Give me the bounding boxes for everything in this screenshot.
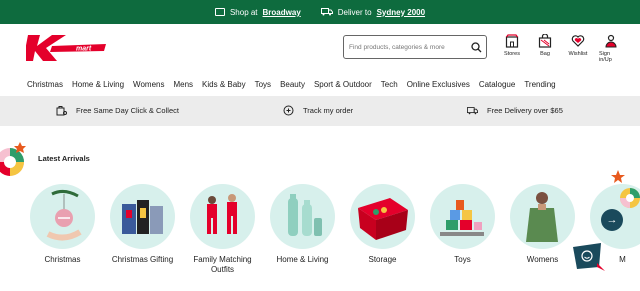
- search-box[interactable]: [343, 35, 487, 59]
- delivery-location-link[interactable]: Sydney 2000: [377, 8, 425, 17]
- kids-pyjamas-image: [207, 194, 237, 234]
- nav-item-christmas[interactable]: Christmas: [27, 80, 63, 89]
- category-toys[interactable]: Toys: [430, 184, 495, 275]
- category-carousel: Christmas Christmas Gifting Family Match…: [30, 184, 640, 275]
- carousel-next-button[interactable]: →: [601, 209, 623, 231]
- christmas-wreath-icon: [0, 142, 26, 176]
- svg-text:mart: mart: [76, 46, 92, 53]
- heart-icon: [571, 35, 585, 47]
- search-icon[interactable]: [471, 41, 482, 53]
- bauble-image: [46, 189, 82, 241]
- track-order-link[interactable]: Track my order: [283, 105, 353, 116]
- sign-in-label: Sign in/Up: [599, 51, 612, 63]
- click-collect-link[interactable]: Free Same Day Click & Collect: [56, 105, 179, 116]
- category-label: Home & Living: [276, 255, 329, 264]
- christmas-decoration-icon: [611, 170, 640, 208]
- category-image: [510, 184, 575, 249]
- category-image: [190, 184, 255, 249]
- click-collect-label: Free Same Day Click & Collect: [76, 106, 179, 115]
- category-image: [430, 184, 495, 249]
- header-actions: Stores Bag Wishlist Sign in/Up: [500, 34, 623, 63]
- nav-item-kids-baby[interactable]: Kids & Baby: [202, 80, 246, 89]
- top-bar: Shop at Broadway Deliver to Sydney 2000: [0, 0, 640, 24]
- truck-icon: [320, 8, 333, 16]
- bag-icon: [538, 34, 552, 48]
- free-delivery-label: Free Delivery over $65: [487, 106, 563, 115]
- delivery-truck-icon: [467, 107, 478, 115]
- nav-item-toys[interactable]: Toys: [255, 80, 271, 89]
- header: mart Stores Bag Wishlist Sign in/Up: [0, 24, 640, 72]
- stores-label: Stores: [504, 51, 520, 57]
- store-icon: [505, 34, 519, 48]
- kmart-logo-icon: mart: [23, 35, 106, 61]
- nav-item-tech[interactable]: Tech: [381, 80, 398, 89]
- shop-at-store[interactable]: Shop at Broadway: [214, 7, 301, 17]
- category-label: Toys: [454, 255, 471, 264]
- category-storage[interactable]: Storage: [350, 184, 415, 275]
- bottles-image: [288, 194, 322, 236]
- stores-button[interactable]: Stores: [500, 34, 524, 63]
- wishlist-button[interactable]: Wishlist: [566, 34, 590, 63]
- category-label: M: [619, 255, 626, 264]
- nav-item-trending[interactable]: Trending: [524, 80, 555, 89]
- nav-item-home-living[interactable]: Home & Living: [72, 80, 124, 89]
- storage-box-image: [358, 198, 408, 240]
- category-image: [270, 184, 335, 249]
- main-nav: Christmas Home & Living Womens Mens Kids…: [0, 72, 640, 96]
- bag-button[interactable]: Bag: [533, 34, 557, 63]
- womens-model-image: [526, 192, 558, 242]
- category-label: Storage: [368, 255, 397, 264]
- category-christmas-gifting[interactable]: Christmas Gifting: [110, 184, 175, 275]
- search-input[interactable]: [349, 43, 471, 51]
- wishlist-label: Wishlist: [568, 51, 588, 57]
- store-icon: [214, 8, 225, 16]
- click-collect-icon: [56, 106, 67, 116]
- nav-item-online-exclusives[interactable]: Online Exclusives: [407, 80, 470, 89]
- category-womens[interactable]: Womens: [510, 184, 575, 275]
- chat-button[interactable]: [571, 241, 607, 275]
- nav-item-sport-outdoor[interactable]: Sport & Outdoor: [314, 80, 372, 89]
- category-image: [350, 184, 415, 249]
- category-label: Family Matching Outfits: [193, 255, 252, 274]
- shop-prefix: Shop at: [229, 7, 258, 17]
- toy-blocks-image: [440, 200, 484, 236]
- section-title: Latest Arrivals: [38, 154, 90, 163]
- free-delivery-link[interactable]: Free Delivery over $65: [467, 105, 563, 116]
- user-icon: [605, 34, 617, 48]
- category-home-living[interactable]: Home & Living: [270, 184, 335, 275]
- track-order-icon: [283, 105, 294, 116]
- nav-item-mens[interactable]: Mens: [173, 80, 193, 89]
- sign-in-button[interactable]: Sign in/Up: [599, 34, 623, 63]
- category-image: [110, 184, 175, 249]
- deliver-to[interactable]: Deliver to Sydney 2000: [320, 7, 425, 17]
- category-christmas[interactable]: Christmas: [30, 184, 95, 275]
- nav-item-beauty[interactable]: Beauty: [280, 80, 305, 89]
- category-image: [30, 184, 95, 249]
- category-family-matching-outfits[interactable]: Family Matching Outfits: [190, 184, 255, 275]
- nav-item-catalogue[interactable]: Catalogue: [479, 80, 515, 89]
- arrow-right-icon: →: [606, 214, 618, 226]
- category-label: Christmas: [44, 255, 81, 264]
- deliver-prefix: Deliver to: [337, 7, 372, 17]
- category-label: Womens: [526, 255, 559, 264]
- services-bar: Free Same Day Click & Collect Track my o…: [0, 96, 640, 126]
- nav-item-womens[interactable]: Womens: [133, 80, 164, 89]
- gifts-image: [122, 200, 163, 234]
- track-order-label: Track my order: [303, 106, 354, 115]
- store-link[interactable]: Broadway: [263, 8, 301, 17]
- bag-label: Bag: [540, 51, 550, 57]
- category-label: Christmas Gifting: [111, 255, 174, 264]
- kmart-logo[interactable]: mart: [23, 32, 110, 64]
